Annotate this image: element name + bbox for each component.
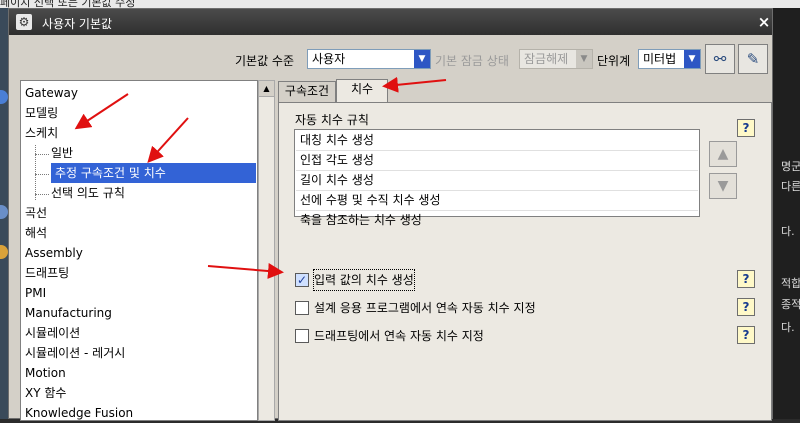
list-item[interactable]: 선에 수평 및 수직 치수 생성 <box>300 190 441 210</box>
option-label: 드래프팅에서 연속 자동 치수 지정 <box>314 329 484 343</box>
tree-item-simulation[interactable]: 시뮬레이션 <box>25 323 80 343</box>
background-top-strip: 페이지 선택 또는 기본값 수정 <box>0 0 800 8</box>
level-select[interactable]: 사용자 ▼ <box>307 49 431 69</box>
tree-item-sketch[interactable]: 스케치 <box>25 123 58 143</box>
list-item[interactable]: 인접 각도 생성 <box>300 150 374 170</box>
close-button[interactable]: × <box>756 13 772 31</box>
background-right-text: 다른 <box>781 180 800 193</box>
level-select-value: 사용자 <box>312 52 346 66</box>
manage-defaults-icon[interactable]: ✎ <box>738 44 768 74</box>
list-item[interactable]: 대칭 치수 생성 <box>300 130 374 150</box>
auto-dimension-group-title: 자동 치수 규칙 <box>295 113 369 127</box>
tab-dimensions[interactable]: 치수 <box>336 79 388 103</box>
move-up-button[interactable]: ▲ <box>709 141 737 167</box>
arrow-up-icon: ▲ <box>717 146 729 162</box>
tree-item-gateway[interactable]: Gateway <box>25 83 78 103</box>
background-right-text: 다. <box>781 225 795 238</box>
checkbox[interactable] <box>295 329 309 343</box>
background-icon <box>0 90 8 104</box>
background-icon <box>0 245 8 259</box>
background-right-strip: 명군 다른 다. 적합 종적 다. <box>773 8 800 419</box>
tree-item-xy-function[interactable]: XY 함수 <box>25 383 66 403</box>
tree-item-pmi[interactable]: PMI <box>25 283 46 303</box>
tree-item-motion[interactable]: Motion <box>25 363 66 383</box>
arrow-down-icon: ▼ <box>717 178 729 194</box>
category-tree[interactable]: Gateway 모델링 스케치 일반 추정 구속조건 및 치수 선택 의도 규칙… <box>20 80 258 421</box>
help-icon[interactable]: ? <box>737 298 755 316</box>
background-right-text: 종적 <box>781 298 800 311</box>
move-down-button[interactable]: ▼ <box>709 173 737 199</box>
help-icon[interactable]: ? <box>737 270 755 288</box>
tree-item-general[interactable]: 일반 <box>51 143 73 163</box>
tree-item-analysis[interactable]: 해석 <box>25 223 47 243</box>
unit-select-value: 미터법 <box>643 52 677 66</box>
dialog-titlebar[interactable]: ⚙ 사용자 기본값 × <box>9 9 772 35</box>
auto-dimension-rules-list[interactable]: 대칭 치수 생성 인접 각도 생성 길이 치수 생성 선에 수평 및 수직 치수… <box>294 129 700 227</box>
background-right-text: 적합 <box>781 277 800 290</box>
tree-item-inferred-constraints[interactable]: 추정 구속조건 및 치수 <box>51 163 256 183</box>
tree-item-assembly[interactable]: Assembly <box>25 243 83 263</box>
lock-status-select[interactable]: 잠금해제 ▼ <box>519 49 593 69</box>
level-label: 기본값 수준 <box>235 54 295 68</box>
chevron-down-icon[interactable]: ▼ <box>576 50 592 68</box>
unit-label: 단위계 <box>597 54 631 68</box>
tree-connector <box>35 194 49 195</box>
checkbox[interactable] <box>295 301 309 315</box>
background-right-text: 다. <box>781 321 795 334</box>
tree-item-curve[interactable]: 곡선 <box>25 203 47 223</box>
help-icon[interactable]: ? <box>737 326 755 344</box>
unit-select[interactable]: 미터법 ▼ <box>638 49 701 69</box>
defaults-toolbar: 기본값 수준 사용자 ▼ 기본 잠금 상태 잠금해제 ▼ 단위계 미터법 ▼ ⚯… <box>9 35 772 83</box>
background-top-text: 페이지 선택 또는 기본값 수정 <box>0 0 136 8</box>
scroll-up-icon[interactable]: ▲ <box>259 81 274 97</box>
find-defaults-icon[interactable]: ⚯ <box>705 44 735 74</box>
lock-status-value: 잠금해제 <box>524 52 569 66</box>
settings-gear-icon[interactable]: ⚙ <box>16 14 32 30</box>
tab-constraints[interactable]: 구속조건 <box>278 81 336 102</box>
checkbox[interactable]: ✓ <box>295 273 309 287</box>
list-item[interactable]: 길이 치수 생성 <box>300 170 374 190</box>
tree-item-simulation-legacy[interactable]: 시뮬레이션 - 레거시 <box>25 343 125 363</box>
tree-item-drafting[interactable]: 드래프팅 <box>25 263 69 283</box>
option-label: 설계 응용 프로그램에서 연속 자동 치수 지정 <box>314 301 536 315</box>
chevron-down-icon[interactable]: ▼ <box>414 50 430 68</box>
tree-scrollbar[interactable]: ▲ <box>258 80 275 421</box>
tree-item-manufacturing[interactable]: Manufacturing <box>25 303 112 323</box>
lock-status-label: 기본 잠금 상태 <box>435 54 509 68</box>
option-label: 입력 값의 치수 생성 <box>313 269 415 291</box>
tree-connector <box>35 174 49 175</box>
tree-item-knowledge-fusion[interactable]: Knowledge Fusion <box>25 403 133 423</box>
dialog-title: 사용자 기본값 <box>42 17 113 31</box>
background-right-text: 명군 <box>781 160 800 173</box>
help-icon[interactable]: ? <box>737 119 755 137</box>
tree-connector <box>35 154 49 155</box>
list-item[interactable]: 축을 참조하는 치수 생성 <box>300 210 422 230</box>
tree-item-modeling[interactable]: 모델링 <box>25 103 58 123</box>
chevron-down-icon[interactable]: ▼ <box>684 50 700 68</box>
user-defaults-dialog: ⚙ 사용자 기본값 × 기본값 수준 사용자 ▼ 기본 잠금 상태 잠금해제 ▼… <box>8 8 773 421</box>
background-icon <box>0 205 8 219</box>
tree-item-selection-intent[interactable]: 선택 의도 규칙 <box>51 183 125 203</box>
background-left-strip <box>0 8 8 419</box>
dimensions-panel: 자동 치수 규칙 ? 대칭 치수 생성 인접 각도 생성 길이 치수 생성 선에… <box>278 102 772 421</box>
